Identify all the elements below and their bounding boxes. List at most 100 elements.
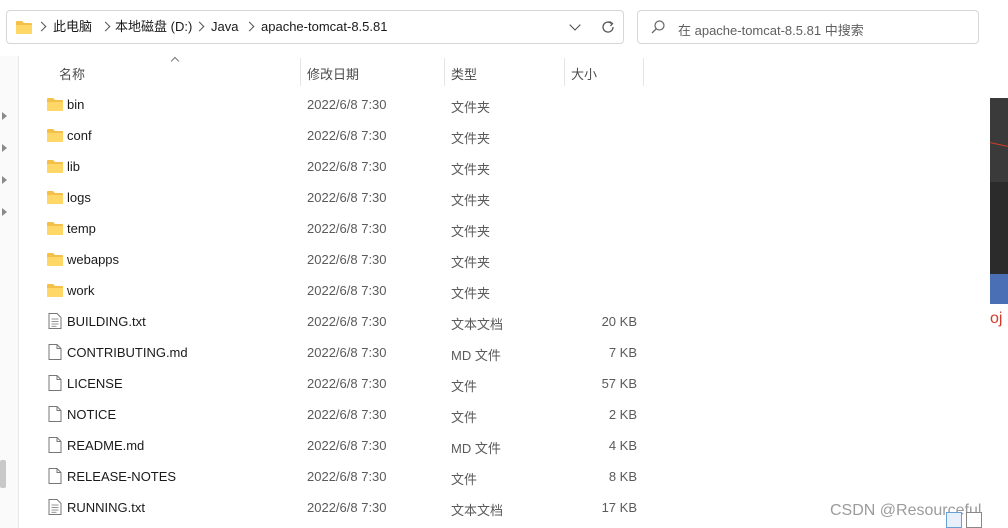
file-row[interactable]: CONTRIBUTING.md 2022/6/8 7:30 MD 文件 7 KB: [19, 337, 659, 368]
sort-ascending-icon: [171, 56, 181, 62]
expand-arrow-icon[interactable]: [2, 206, 10, 216]
file-row[interactable]: bin 2022/6/8 7:30 文件夹: [19, 89, 659, 120]
column-divider[interactable]: [300, 58, 301, 86]
file-name: conf: [67, 128, 92, 143]
file-type: MD 文件: [451, 441, 501, 456]
file-type: 文件夹: [451, 193, 491, 208]
file-name: temp: [67, 221, 96, 236]
view-toggle: [946, 510, 986, 528]
file-type: 文件: [451, 410, 478, 425]
large-icons-view-icon[interactable]: [966, 512, 982, 528]
background-text: oj: [990, 310, 1003, 327]
expand-arrow-icon[interactable]: [2, 110, 10, 120]
file-row[interactable]: logs 2022/6/8 7:30 文件夹: [19, 182, 659, 213]
column-divider[interactable]: [564, 58, 565, 86]
folder-icon: [47, 284, 63, 297]
file-type: 文件夹: [451, 162, 491, 177]
file-name: BUILDING.txt: [67, 314, 146, 329]
folder-icon: [47, 253, 63, 266]
file-icon: [48, 406, 62, 422]
breadcrumb-java[interactable]: Java: [211, 19, 238, 35]
file-icon: [48, 437, 62, 453]
column-divider[interactable]: [444, 58, 445, 86]
file-row[interactable]: lib 2022/6/8 7:30 文件夹: [19, 151, 659, 182]
file-name: README.md: [67, 438, 145, 453]
file-type: 文件夹: [451, 286, 491, 301]
folder-icon: [47, 222, 63, 235]
file-type: 文件: [451, 472, 478, 487]
address-bar[interactable]: 此电脑 本地磁盘 (D:) Java apache-tomcat-8.5.81: [6, 10, 624, 44]
chevron-down-icon[interactable]: [568, 21, 582, 33]
navigation-pane-edge: [0, 56, 18, 528]
file-row[interactable]: temp 2022/6/8 7:30 文件夹: [19, 213, 659, 244]
file-size: 57 KB: [601, 376, 637, 391]
file-date: 2022/6/8 7:30: [307, 221, 387, 236]
file-icon: [48, 375, 62, 391]
file-date: 2022/6/8 7:30: [307, 159, 387, 174]
column-headers: 名称 修改日期 类型 大小: [19, 56, 973, 88]
file-name: lib: [67, 159, 81, 174]
file-date: 2022/6/8 7:30: [307, 252, 387, 267]
file-size: 2 KB: [608, 407, 637, 422]
file-type: 文本文档: [451, 317, 504, 332]
background-window: oj: [990, 98, 1008, 528]
file-type: 文件夹: [451, 224, 491, 239]
file-type: 文件夹: [451, 131, 491, 146]
text-file-icon: [48, 313, 62, 329]
background-area: [990, 304, 1008, 528]
file-date: 2022/6/8 7:30: [307, 314, 387, 329]
file-name: RUNNING.txt: [67, 500, 145, 515]
file-row[interactable]: RUNNING.txt 2022/6/8 7:30 文本文档 17 KB: [19, 492, 659, 523]
refresh-icon[interactable]: [599, 18, 617, 36]
expand-arrow-icon[interactable]: [2, 142, 10, 152]
search-input[interactable]: 在 apache-tomcat-8.5.81 中搜索: [678, 20, 864, 39]
background-panel: [990, 98, 1008, 182]
file-type: 文件: [451, 379, 478, 394]
file-row[interactable]: RELEASE-NOTES 2022/6/8 7:30 文件 8 KB: [19, 461, 659, 492]
expand-arrow-icon[interactable]: [2, 174, 10, 184]
breadcrumb-drive-d[interactable]: 本地磁盘 (D:): [115, 19, 192, 35]
column-header-name[interactable]: 名称: [59, 64, 85, 83]
file-type: 文件夹: [451, 100, 491, 115]
file-row[interactable]: README.md 2022/6/8 7:30 MD 文件 4 KB: [19, 430, 659, 461]
column-header-date[interactable]: 修改日期: [307, 64, 359, 83]
file-name: CONTRIBUTING.md: [67, 345, 188, 360]
folder-icon: [47, 129, 63, 142]
file-name: RELEASE-NOTES: [67, 469, 177, 484]
file-date: 2022/6/8 7:30: [307, 190, 387, 205]
file-date: 2022/6/8 7:30: [307, 97, 387, 112]
file-icon: [48, 344, 62, 360]
column-header-size[interactable]: 大小: [571, 64, 597, 83]
file-name: logs: [67, 190, 91, 205]
breadcrumb-this-pc[interactable]: 此电脑: [53, 19, 92, 35]
file-type: 文本文档: [451, 503, 504, 518]
breadcrumb-chevron-icon: [195, 20, 205, 34]
folder-icon: [47, 98, 63, 111]
breadcrumb-chevron-icon: [37, 20, 47, 34]
details-view-icon[interactable]: [946, 512, 962, 528]
file-row[interactable]: work 2022/6/8 7:30 文件夹: [19, 275, 659, 306]
file-row[interactable]: BUILDING.txt 2022/6/8 7:30 文本文档 20 KB: [19, 306, 659, 337]
folder-icon: [16, 21, 32, 34]
file-row[interactable]: NOTICE 2022/6/8 7:30 文件 2 KB: [19, 399, 659, 430]
background-highlight: [990, 274, 1008, 304]
column-divider[interactable]: [643, 58, 644, 86]
file-name: NOTICE: [67, 407, 117, 422]
scrollbar-thumb[interactable]: [0, 460, 6, 488]
search-box[interactable]: 在 apache-tomcat-8.5.81 中搜索: [637, 10, 979, 44]
file-row[interactable]: webapps 2022/6/8 7:30 文件夹: [19, 244, 659, 275]
file-size: 4 KB: [608, 438, 637, 453]
file-date: 2022/6/8 7:30: [307, 407, 387, 422]
file-date: 2022/6/8 7:30: [307, 376, 387, 391]
column-header-type[interactable]: 类型: [451, 64, 477, 83]
breadcrumb-tomcat[interactable]: apache-tomcat-8.5.81: [261, 19, 387, 35]
file-row[interactable]: conf 2022/6/8 7:30 文件夹: [19, 120, 659, 151]
file-type: 文件夹: [451, 255, 491, 270]
file-row[interactable]: LICENSE 2022/6/8 7:30 文件 57 KB: [19, 368, 659, 399]
file-date: 2022/6/8 7:30: [307, 128, 387, 143]
file-icon: [48, 468, 62, 484]
text-file-icon: [48, 499, 62, 515]
explorer-toolbar: 此电脑 本地磁盘 (D:) Java apache-tomcat-8.5.81 …: [0, 0, 1008, 56]
file-size: 8 KB: [608, 469, 637, 484]
file-date: 2022/6/8 7:30: [307, 345, 387, 360]
